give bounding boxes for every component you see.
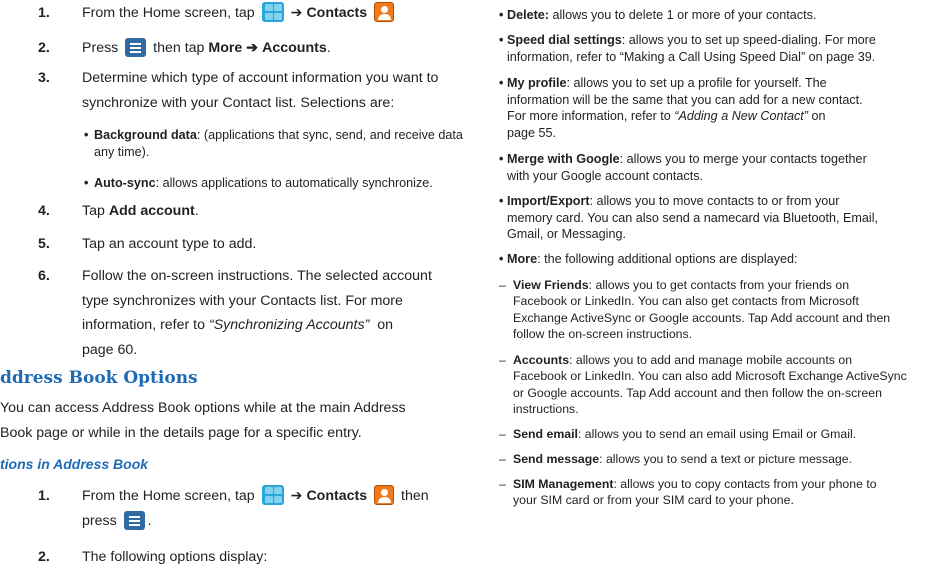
menu-key-icon [123,510,145,530]
step-number: 1. [38,5,50,21]
step-text: From the Home screen, tap ➔ Contacts [82,1,397,26]
section-heading: ddress Book Options [0,368,198,388]
apps-grid-icon [261,485,284,505]
contacts-icon [374,485,395,505]
step-number: 5. [38,236,50,252]
step-text: Press then tap More ➔ Accounts. [82,38,331,57]
step-number: 1. [38,488,50,504]
step-text: Determine which type of account informat… [82,70,439,111]
intro-paragraph: You can access Address Book options whil… [0,400,406,441]
menu-key-icon [125,38,147,57]
subsection-heading: tions in Address Book [0,456,149,472]
step-number: 4. [38,203,50,219]
contacts-icon [374,2,395,22]
apps-grid-icon [261,2,284,22]
step-number: 2. [38,549,50,565]
step-number: 6. [38,268,50,284]
step-number: 2. [38,40,50,56]
step-number: 3. [38,70,50,86]
